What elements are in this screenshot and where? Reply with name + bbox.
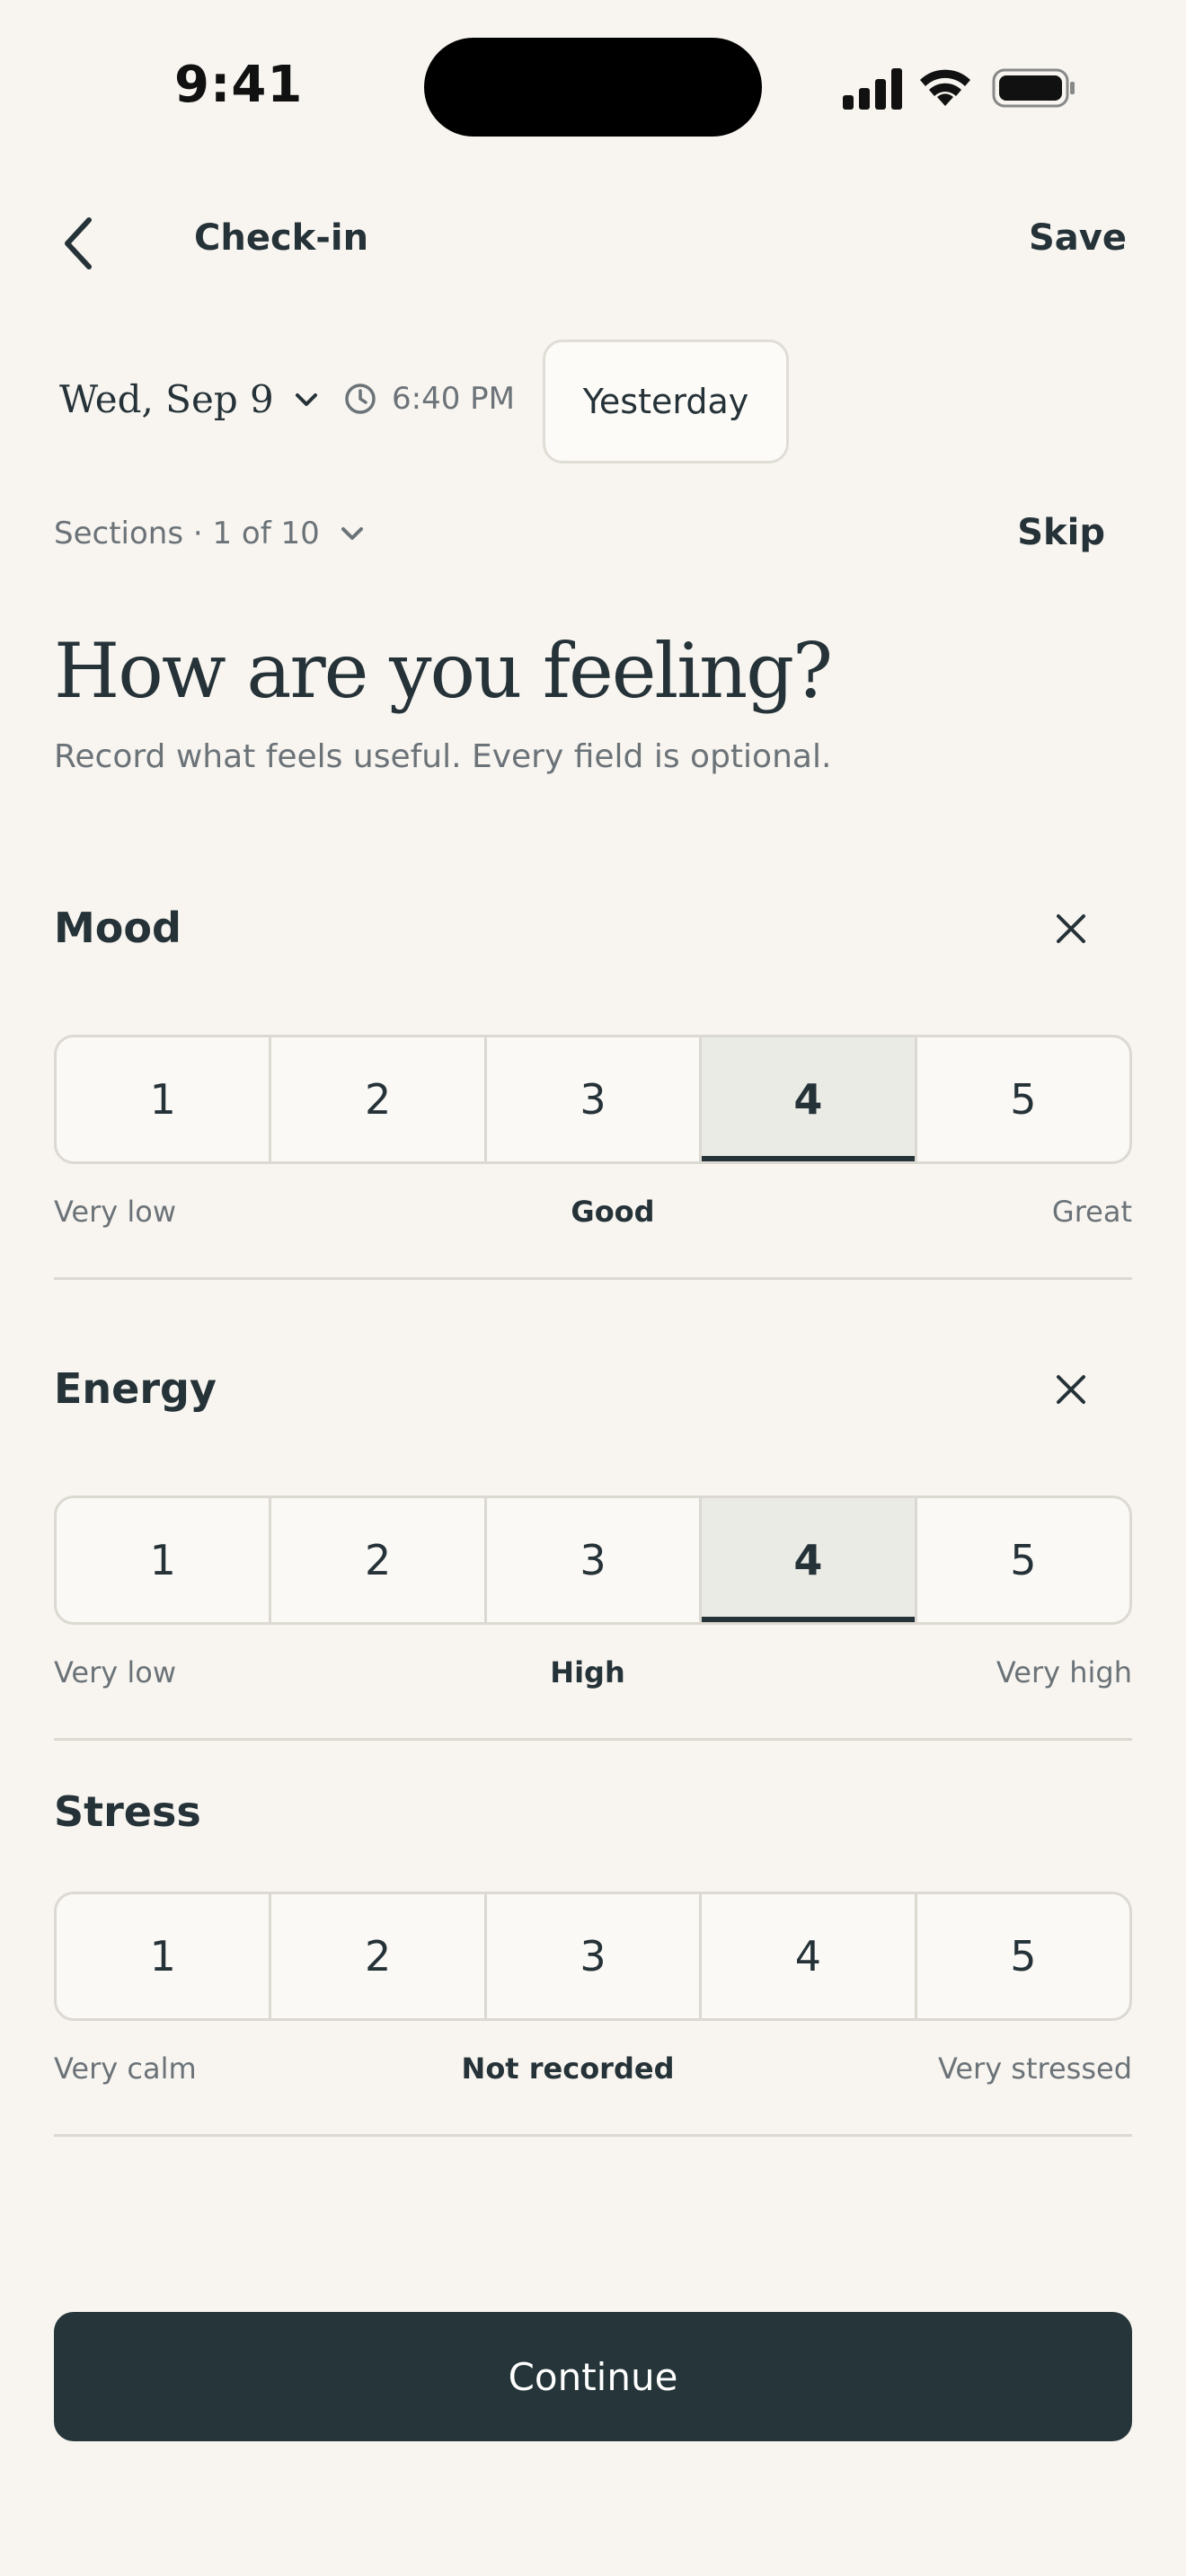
energy-rating: Energy 1 2 3 4 5 Very low High Very high bbox=[54, 1350, 1132, 1745]
status-icons bbox=[843, 68, 1075, 110]
stress-max-label: Very stressed bbox=[937, 2051, 1132, 2086]
section-subheading: Record what feels useful. Every field is… bbox=[54, 738, 832, 775]
mood-min-label: Very low bbox=[54, 1195, 176, 1229]
time-value: 6:40 PM bbox=[392, 381, 515, 417]
time-picker[interactable]: 6:40 PM bbox=[343, 381, 515, 417]
energy-option-4[interactable]: 4 bbox=[702, 1498, 917, 1622]
mood-option-5[interactable]: 5 bbox=[917, 1037, 1129, 1161]
dynamic-island bbox=[424, 38, 762, 137]
chevron-down-icon bbox=[341, 527, 363, 540]
energy-option-3[interactable]: 3 bbox=[487, 1498, 703, 1622]
header: Check-in Save bbox=[0, 196, 1186, 289]
stress-title: Stress bbox=[54, 1787, 201, 1836]
divider bbox=[54, 1738, 1132, 1741]
stress-option-3[interactable]: 3 bbox=[487, 1894, 703, 2018]
energy-option-1[interactable]: 1 bbox=[57, 1498, 272, 1622]
energy-current-label: High bbox=[550, 1655, 625, 1689]
section-heading: How are you feeling? bbox=[54, 627, 833, 715]
clock-icon bbox=[345, 384, 376, 414]
mood-rating: Mood 1 2 3 4 5 Very low Good Great bbox=[54, 889, 1132, 1284]
divider bbox=[54, 1277, 1132, 1280]
energy-title: Energy bbox=[54, 1364, 217, 1413]
page-title: Check-in bbox=[194, 217, 369, 259]
signal-icon bbox=[843, 68, 902, 110]
save-button[interactable]: Save bbox=[1029, 217, 1127, 259]
mood-option-2[interactable]: 2 bbox=[271, 1037, 487, 1161]
divider bbox=[54, 2134, 1132, 2137]
energy-scale-labels: Very low High Very high bbox=[54, 1655, 1132, 1695]
mood-title: Mood bbox=[54, 904, 181, 952]
date-picker[interactable]: Wed, Sep 9 bbox=[59, 377, 319, 421]
date-value: Wed, Sep 9 bbox=[59, 377, 274, 421]
stress-option-2[interactable]: 2 bbox=[271, 1894, 487, 2018]
mood-option-4[interactable]: 4 bbox=[702, 1037, 917, 1161]
skip-button[interactable]: Skip bbox=[1017, 512, 1105, 553]
mood-max-label: Great bbox=[1051, 1195, 1132, 1229]
chevron-left-icon bbox=[65, 217, 92, 269]
close-icon bbox=[1057, 1375, 1085, 1404]
mood-current-label: Good bbox=[571, 1195, 655, 1229]
stress-scale: 1 2 3 4 5 bbox=[54, 1892, 1132, 2021]
wifi-icon bbox=[920, 69, 970, 106]
mood-option-3[interactable]: 3 bbox=[487, 1037, 703, 1161]
yesterday-button[interactable]: Yesterday bbox=[543, 340, 789, 463]
energy-option-5[interactable]: 5 bbox=[917, 1498, 1129, 1622]
sections-dropdown[interactable]: Sections · 1 of 10 bbox=[54, 516, 365, 551]
chevron-down-icon bbox=[295, 393, 317, 406]
stress-option-1[interactable]: 1 bbox=[57, 1894, 272, 2018]
status-time: 9:41 bbox=[174, 56, 304, 114]
stress-scale-labels: Very calm Not recorded Very stressed bbox=[54, 2051, 1132, 2091]
status-bar: 9:41 bbox=[0, 0, 1186, 171]
battery-icon bbox=[992, 68, 1075, 108]
energy-scale: 1 2 3 4 5 bbox=[54, 1495, 1132, 1625]
energy-max-label: Very high bbox=[996, 1655, 1132, 1689]
stress-option-5[interactable]: 5 bbox=[917, 1894, 1129, 2018]
mood-option-1[interactable]: 1 bbox=[57, 1037, 272, 1161]
stress-option-4[interactable]: 4 bbox=[702, 1894, 917, 2018]
check-in-screen: 9:41 Check-in Save Wed, Sep 9 6:40 PM Ye… bbox=[0, 0, 1186, 2576]
clear-energy-button[interactable] bbox=[1044, 1363, 1098, 1416]
mood-scale-labels: Very low Good Great bbox=[54, 1195, 1132, 1234]
stress-min-label: Very calm bbox=[54, 2051, 197, 2086]
clear-mood-button[interactable] bbox=[1044, 902, 1098, 956]
sections-row: Sections · 1 of 10 Skip bbox=[0, 508, 1186, 562]
date-row: Wed, Sep 9 6:40 PM Yesterday bbox=[0, 340, 1186, 463]
energy-min-label: Very low bbox=[54, 1655, 176, 1689]
energy-option-2[interactable]: 2 bbox=[271, 1498, 487, 1622]
back-button[interactable] bbox=[47, 212, 110, 275]
sections-label: Sections · 1 of 10 bbox=[54, 516, 320, 551]
close-icon bbox=[1057, 914, 1085, 943]
stress-current-label: Not recorded bbox=[461, 2051, 675, 2086]
stress-rating: Stress 1 2 3 4 5 Very calm Not recorded … bbox=[54, 1787, 1132, 2138]
mood-scale: 1 2 3 4 5 bbox=[54, 1035, 1132, 1164]
continue-button[interactable]: Continue bbox=[54, 2312, 1132, 2441]
